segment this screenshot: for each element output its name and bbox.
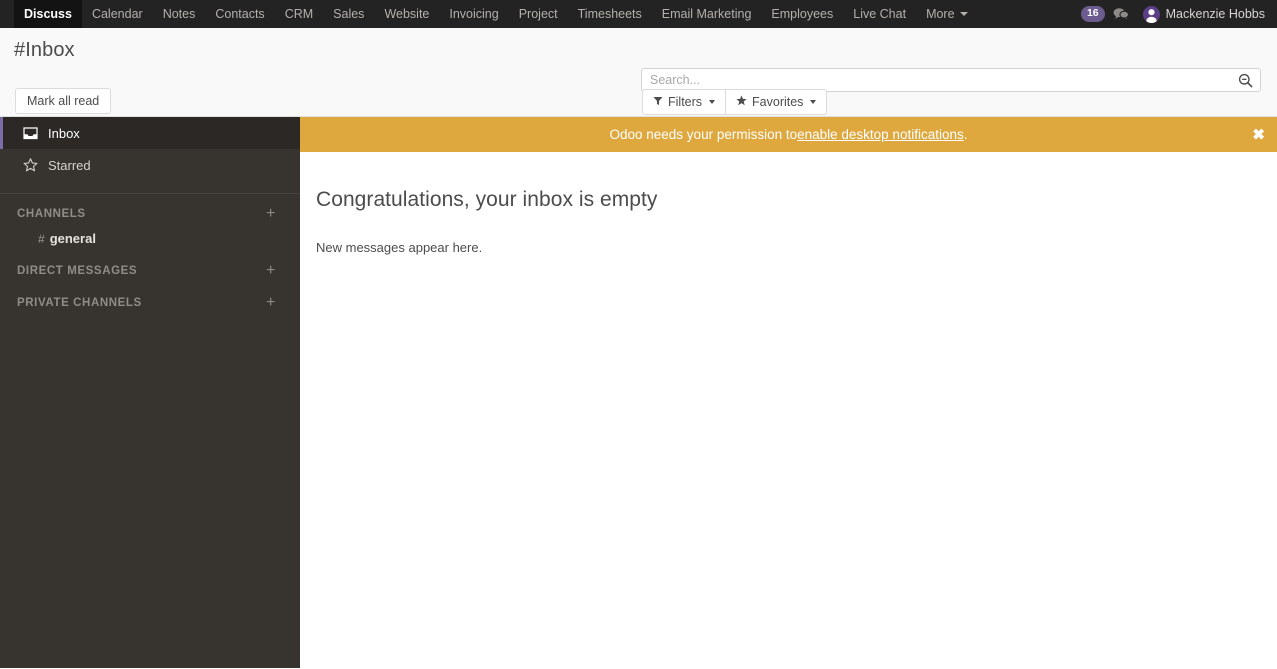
nav-item-more[interactable]: More [916, 0, 977, 28]
search-icon[interactable] [1234, 73, 1260, 88]
nav-item-label: Website [384, 7, 430, 21]
inbox-icon [23, 126, 40, 140]
sidebar-section-label: DIRECT MESSAGES [17, 265, 138, 277]
enable-desktop-notifications-link[interactable]: enable desktop notifications [797, 127, 964, 142]
nav-item-label: More [926, 7, 955, 21]
app-body: Inbox Starred CHANNELS + # general DIREC… [0, 117, 1277, 668]
nav-item-label: Live Chat [853, 7, 907, 21]
sidebar-section-label: CHANNELS [17, 208, 86, 220]
nav-item-calendar[interactable]: Calendar [82, 0, 153, 28]
star-icon [736, 95, 747, 109]
nav-item-label: Project [518, 7, 558, 21]
nav-item-label: Timesheets [577, 7, 642, 21]
message-counter-badge[interactable]: 16 [1080, 6, 1105, 22]
notification-text-before: Odoo needs your permission to [609, 127, 798, 142]
discuss-sidebar: Inbox Starred CHANNELS + # general DIREC… [0, 117, 300, 668]
app-menu-list: Discuss Calendar Notes Contacts CRM Sale… [0, 0, 978, 28]
user-menu[interactable]: Mackenzie Hobbs [1137, 5, 1265, 23]
nav-item-project[interactable]: Project [509, 0, 568, 28]
nav-item-crm[interactable]: CRM [275, 0, 323, 28]
filters-button[interactable]: Filters [642, 89, 727, 115]
control-panel: #Inbox Mark all read Filters Favorites [0, 28, 1277, 117]
mark-all-read-button[interactable]: Mark all read [15, 88, 112, 114]
nav-item-label: CRM [284, 7, 314, 21]
nav-item-live-chat[interactable]: Live Chat [843, 0, 916, 28]
search-input[interactable] [642, 73, 1234, 87]
sidebar-item-label: Inbox [48, 125, 80, 141]
favorites-label: Favorites [752, 95, 804, 109]
star-outline-icon [23, 158, 40, 172]
sidebar-item-starred[interactable]: Starred [0, 149, 300, 181]
favorites-button[interactable]: Favorites [726, 89, 828, 115]
nav-item-label: Sales [333, 7, 365, 21]
filters-label: Filters [668, 95, 703, 109]
sidebar-section-channels: CHANNELS + [0, 194, 300, 226]
chevron-down-icon [709, 100, 716, 104]
nav-item-label: Notes [162, 7, 196, 21]
close-icon[interactable]: ✖ [1252, 127, 1265, 142]
user-name-label: Mackenzie Hobbs [1165, 7, 1265, 21]
funnel-icon [653, 95, 663, 109]
sidebar-channel-label: general [49, 231, 96, 246]
main-content: Odoo needs your permission to enable des… [300, 117, 1277, 668]
nav-item-label: Discuss [24, 7, 72, 21]
nav-item-notes[interactable]: Notes [153, 0, 206, 28]
sidebar-item-label: Starred [48, 157, 91, 173]
nav-item-website[interactable]: Website [374, 0, 439, 28]
chevron-down-icon [810, 100, 817, 104]
sidebar-section-private-channels: PRIVATE CHANNELS + [0, 283, 300, 315]
empty-state-subtitle: New messages appear here. [316, 240, 483, 255]
nav-item-timesheets[interactable]: Timesheets [568, 0, 652, 28]
sidebar-section-direct-messages: DIRECT MESSAGES + [0, 251, 300, 283]
nav-item-label: Email Marketing [661, 7, 752, 21]
hash-icon: # [38, 231, 45, 246]
nav-item-sales[interactable]: Sales [323, 0, 374, 28]
chevron-down-icon [959, 12, 968, 16]
nav-item-label: Invoicing [449, 7, 499, 21]
sidebar-section-label: PRIVATE CHANNELS [17, 297, 142, 309]
inbox-empty-state: Congratulations, your inbox is empty New… [300, 152, 1277, 668]
add-channel-button[interactable]: + [264, 206, 278, 222]
sidebar-item-inbox[interactable]: Inbox [0, 117, 300, 149]
nav-item-label: Employees [771, 7, 834, 21]
empty-state-title: Congratulations, your inbox is empty [316, 188, 658, 211]
add-private-channel-button[interactable]: + [264, 295, 278, 311]
navbar-right-area: 16 Mackenzie Hobbs [1080, 0, 1277, 28]
user-avatar-icon [1142, 5, 1160, 23]
nav-item-invoicing[interactable]: Invoicing [439, 0, 508, 28]
page-title: #Inbox [14, 39, 75, 61]
add-direct-message-button[interactable]: + [264, 263, 278, 279]
top-navbar: Discuss Calendar Notes Contacts CRM Sale… [0, 0, 1277, 28]
desktop-notification-banner: Odoo needs your permission to enable des… [300, 117, 1277, 152]
nav-item-label: Calendar [91, 7, 143, 21]
nav-item-email-marketing[interactable]: Email Marketing [652, 0, 762, 28]
notification-text-after: . [963, 127, 968, 142]
nav-item-employees[interactable]: Employees [761, 0, 843, 28]
chat-bubble-icon[interactable] [1113, 7, 1129, 21]
nav-item-contacts[interactable]: Contacts [205, 0, 274, 28]
nav-item-label: Contacts [215, 7, 265, 21]
sidebar-channel-general[interactable]: # general [0, 226, 300, 251]
filter-toolbar: Filters Favorites [642, 89, 828, 115]
nav-item-discuss[interactable]: Discuss [14, 0, 82, 28]
